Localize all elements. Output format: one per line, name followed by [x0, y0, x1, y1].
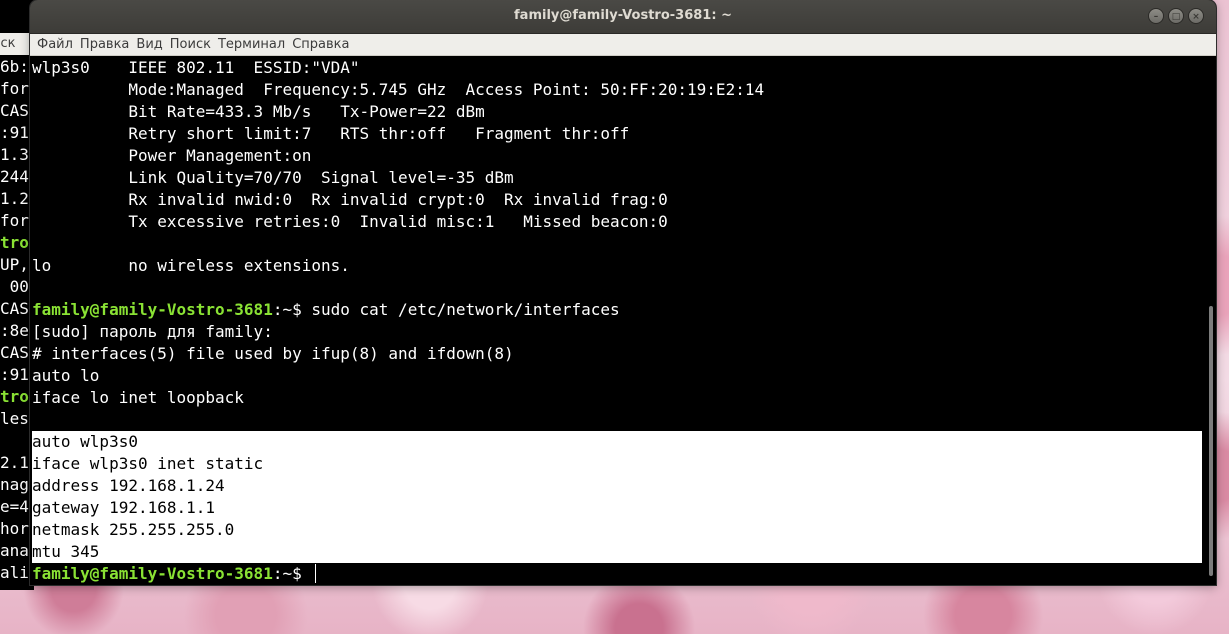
output-line: Power Management:on	[32, 146, 312, 165]
scrollbar-thumb[interactable]	[1209, 306, 1213, 576]
background-output-line: :91	[0, 365, 29, 384]
background-output-line: e=43	[0, 497, 34, 516]
output-line: Mode:Managed Frequency:5.745 GHz Access …	[32, 80, 765, 99]
background-output-line: 2.11	[0, 453, 34, 472]
background-output-line: hort	[0, 519, 34, 538]
terminal-content[interactable]: wlp3s0 IEEE 802.11 ESSID:"VDA" Mode:Mana…	[30, 56, 1216, 585]
background-output-line: fore	[0, 79, 34, 98]
background-output-line: CAST	[0, 101, 34, 120]
title-bar[interactable]: family@family-Vostro-3681: ~ – □ ×	[30, 0, 1216, 34]
scrollbar[interactable]	[1202, 56, 1216, 585]
close-button[interactable]: ×	[1188, 8, 1204, 24]
prompt-line: family@family-Vostro-3681:~$ sudo cat /e…	[32, 299, 1202, 321]
output-line: [sudo] пароль для family:	[32, 322, 273, 341]
output-line: Tx excessive retries:0 Invalid misc:1 Mi…	[32, 212, 668, 231]
background-output-line: alit	[0, 563, 34, 582]
output-line: mtu 345	[32, 541, 1202, 563]
output-line: auto lo	[32, 366, 100, 385]
background-output-line: 2445	[0, 167, 34, 186]
output-line: auto wlp3s0	[32, 431, 1202, 453]
background-output-line: anag	[0, 541, 34, 560]
minimize-button[interactable]: –	[1148, 8, 1164, 24]
maximize-button[interactable]: □	[1168, 8, 1184, 24]
output-line: netmask 255.255.255.0	[32, 519, 1202, 541]
background-output-line: UP,L	[0, 255, 34, 274]
background-output-line: 1.36	[0, 145, 34, 164]
menu-bar: Файл Правка Вид Поиск Терминал Справка	[30, 34, 1216, 56]
terminal-output: wlp3s0 IEEE 802.11 ESSID:"VDA" Mode:Mana…	[32, 57, 1202, 585]
menu-help[interactable]: Справка	[292, 37, 356, 52]
output-line: iface wlp3s0 inet static	[32, 453, 1202, 475]
background-terminal-window[interactable]: 6b: fore CAST :91 1.36 2445 1.24 fore tro- UP,L 0…	[0, 0, 34, 590]
background-output-line: nage	[0, 475, 34, 494]
output-line: lo no wireless extensions.	[32, 256, 350, 275]
background-output-line: 6b:	[0, 57, 29, 76]
background-menu-fragment: иск	[0, 36, 16, 51]
menu-terminal[interactable]: Терминал	[218, 37, 292, 52]
prompt-line: family@family-Vostro-3681:~$	[32, 563, 1202, 585]
background-output-line: 1.24	[0, 189, 34, 208]
background-output-line: CAST	[0, 299, 34, 318]
prompt-path: :~$	[272, 564, 312, 583]
menu-file[interactable]: Файл	[37, 37, 80, 52]
prompt-user-host: family@family-Vostro-3681	[32, 300, 273, 319]
terminal-window[interactable]: family@family-Vostro-3681: ~ – □ × Файл …	[30, 0, 1216, 585]
menu-search[interactable]: Поиск	[170, 37, 218, 52]
background-terminal-output: 6b: fore CAST :91 1.36 2445 1.24 fore tro- UP,L 0…	[0, 56, 34, 584]
command-text: sudo cat /etc/network/interfaces	[311, 300, 620, 319]
output-line: gateway 192.168.1.1	[32, 497, 1202, 519]
window-title: family@family-Vostro-3681: ~	[514, 8, 732, 23]
menu-view[interactable]: Вид	[136, 37, 169, 52]
output-line: wlp3s0 IEEE 802.11 ESSID:"VDA"	[32, 58, 360, 77]
output-line: Bit Rate=433.3 Mb/s Tx-Power=22 dBm	[32, 102, 485, 121]
background-output-line: tro-	[0, 387, 34, 406]
output-line: address 192.168.1.24	[32, 475, 1202, 497]
output-line: Retry short limit:7 RTS thr:off Fragment…	[32, 124, 630, 143]
menu-edit[interactable]: Правка	[80, 37, 136, 52]
output-line: Link Quality=70/70 Signal level=-35 dBm	[32, 168, 514, 187]
background-output-line: :91	[0, 123, 29, 142]
prompt-path: :~$	[272, 300, 312, 319]
output-line: iface lo inet loopback	[32, 388, 244, 407]
window-controls: – □ ×	[1148, 8, 1204, 24]
background-output-line: fore	[0, 211, 34, 230]
background-output-line: CAST	[0, 343, 34, 362]
background-output-line: tro-	[0, 233, 34, 252]
background-terminal-menubar: иск	[0, 33, 34, 55]
background-output-line: less	[0, 409, 34, 428]
background-output-line	[0, 430, 34, 452]
prompt-user-host: family@family-Vostro-3681	[32, 564, 273, 583]
output-line: Rx invalid nwid:0 Rx invalid crypt:0 Rx …	[32, 190, 668, 209]
output-line: # interfaces(5) file used by ifup(8) and…	[32, 344, 514, 363]
text-cursor	[315, 564, 317, 583]
background-output-line: 00	[0, 277, 29, 296]
background-output-line: :8e	[0, 321, 29, 340]
